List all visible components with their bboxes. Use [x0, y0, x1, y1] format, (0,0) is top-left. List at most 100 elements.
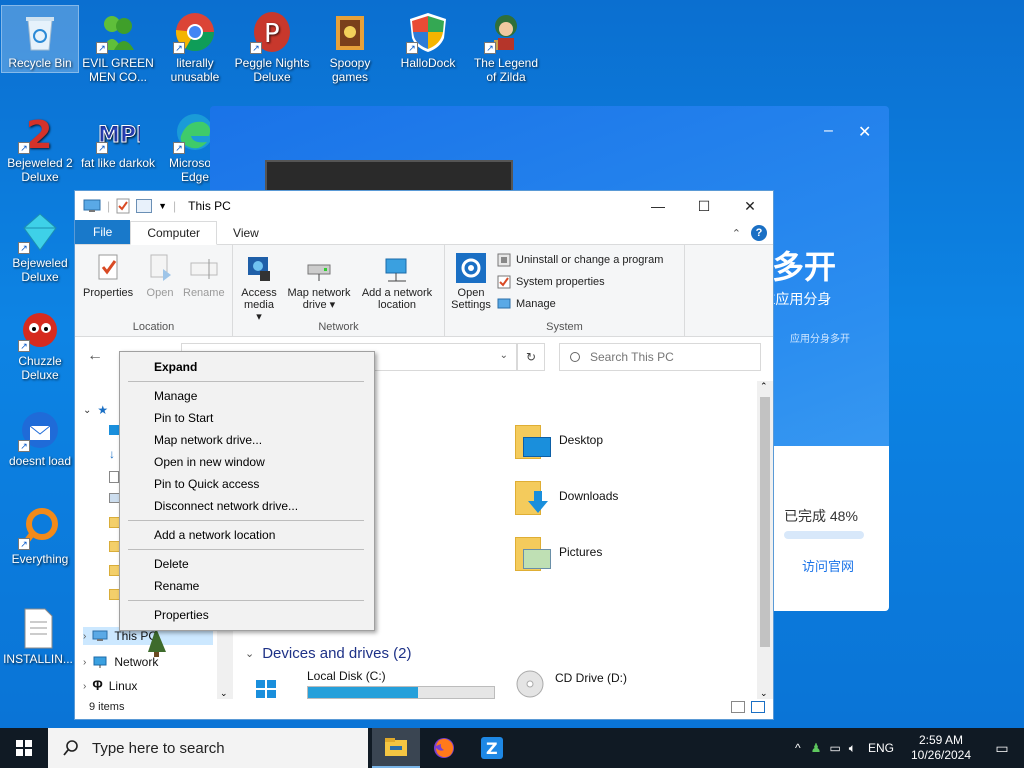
properties-checkmark-icon[interactable] — [116, 198, 130, 214]
menu-item-manage[interactable]: Manage — [120, 385, 374, 407]
desktop-icon-spoopy-games[interactable]: Spoopy games — [312, 6, 388, 84]
manage-button[interactable]: Manage — [497, 297, 556, 311]
tab-file[interactable]: File — [75, 220, 131, 244]
folder-desktop[interactable]: Desktop — [515, 421, 603, 459]
open-settings-button[interactable]: Open Settings — [449, 253, 493, 311]
peggle-icon: P ↗ — [250, 10, 294, 54]
back-arrow-icon[interactable]: ← — [87, 347, 103, 365]
menu-separator — [128, 549, 364, 550]
help-icon[interactable]: ? — [751, 225, 767, 241]
folder-downloads[interactable]: Downloads — [515, 477, 618, 515]
drive-c[interactable]: Local Disk (C:) — [255, 669, 495, 699]
desktop-icon-evil-green-men[interactable]: ↗ EVIL GREEN MEN CO... — [80, 6, 156, 84]
desktop-icon-bejeweled2[interactable]: 2 ↗ Bejeweled 2 Deluxe — [2, 106, 78, 184]
drive-d[interactable]: CD Drive (D:) — [515, 669, 627, 699]
media-icon — [244, 253, 274, 283]
menu-item-open-new-window[interactable]: Open in new window — [120, 451, 374, 473]
menu-item-disconnect-drive[interactable]: Disconnect network drive... — [120, 495, 374, 517]
clock[interactable]: 2:59 AM 10/26/2024 — [902, 733, 980, 763]
thunderbird-icon: ↗ — [18, 408, 62, 452]
desktop-icon-chuzzle[interactable]: ↗ Chuzzle Deluxe — [2, 304, 78, 382]
details-view-icon[interactable] — [731, 701, 745, 713]
nav-item-downloads[interactable]: ↓ — [109, 447, 115, 461]
menu-item-add-network-location[interactable]: Add a network location — [120, 524, 374, 546]
volume-icon[interactable]: 🔈︎ — [845, 741, 860, 756]
desktop-icon-hallodock[interactable]: ↗ HalloDock — [390, 6, 466, 70]
system-properties-button[interactable]: System properties — [497, 275, 605, 289]
desktop-icon-fat-like-darkok[interactable]: MPL ↗ fat like darkok — [80, 106, 156, 171]
show-hidden-icons[interactable]: ^ — [789, 741, 807, 755]
desktop-icon-zilda[interactable]: ↗ The Legend of Zilda — [468, 6, 544, 84]
nav-quick-access[interactable]: ⌄ ★ — [83, 403, 108, 417]
nav-linux[interactable]: › Ⴔ Linux — [83, 679, 137, 693]
cd-drive-icon — [516, 670, 544, 698]
desktop-icon-literally-unusable[interactable]: ↗ literally unusable — [157, 6, 233, 84]
large-icons-view-icon[interactable] — [751, 701, 765, 713]
chrome-icon: ↗ — [173, 10, 217, 54]
taskbar: Type here to search Z ^ ♟ ▭ 🔈︎ ENG 2:59 … — [0, 728, 1024, 768]
language-indicator[interactable]: ENG — [860, 741, 902, 755]
minimize-button[interactable]: — — [635, 191, 681, 221]
maximize-button[interactable]: ☐ — [681, 191, 727, 221]
menu-item-properties[interactable]: Properties — [120, 604, 374, 626]
desktop-icon-bejeweled[interactable]: ↗ Bejeweled Deluxe — [2, 206, 78, 284]
folder-pictures[interactable]: Pictures — [515, 533, 602, 571]
taskbar-file-explorer[interactable] — [372, 728, 420, 768]
ribbon-collapse-icon[interactable]: ⌃ — [732, 227, 741, 240]
nav-item-documents[interactable] — [109, 471, 119, 483]
ribbon-group-location: Properties Open Rename Location — [75, 245, 233, 337]
content-scrollbar[interactable]: ⌃ ⌄ — [757, 381, 773, 699]
close-button[interactable]: ✕ — [727, 191, 773, 221]
taskbar-app-z[interactable]: Z — [468, 728, 516, 768]
desktop-icon-peggle[interactable]: P ↗ Peggle Nights Deluxe — [234, 6, 310, 84]
bg-app-close-button[interactable]: ✕ — [858, 122, 871, 142]
map-network-drive-button[interactable]: Map network drive ▾ — [283, 253, 355, 311]
bg-app-website-link[interactable]: 访问官网 — [802, 556, 854, 575]
menu-item-map-network-drive[interactable]: Map network drive... — [120, 429, 374, 451]
search-input[interactable]: Search This PC — [559, 343, 761, 371]
downloads-folder-icon — [515, 477, 549, 515]
network-tray-icon[interactable]: ▭ — [825, 741, 844, 755]
taskbar-search-box[interactable]: Type here to search — [48, 728, 368, 768]
refresh-button[interactable]: ↻ — [517, 343, 545, 371]
devices-section-header[interactable]: ⌄ Devices and drives (2) — [245, 645, 411, 662]
address-dropdown-icon[interactable]: ⌄ — [500, 350, 508, 361]
open-button[interactable]: Open — [145, 253, 175, 299]
tab-view[interactable]: View — [217, 222, 275, 244]
menu-item-pin-to-start[interactable]: Pin to Start — [120, 407, 374, 429]
qa-dropdown-icon[interactable]: ▼ — [158, 201, 167, 211]
shield-icon: ↗ — [406, 10, 450, 54]
tab-computer[interactable]: Computer — [130, 221, 218, 245]
menu-item-expand[interactable]: Expand — [120, 356, 374, 378]
green-men-icon: ↗ — [96, 10, 140, 54]
rename-button[interactable]: Rename — [183, 253, 225, 299]
start-button[interactable] — [0, 728, 48, 768]
desktop-icon-everything[interactable]: ↗ Everything — [2, 502, 78, 566]
new-folder-icon[interactable] — [136, 199, 153, 213]
taskbar-firefox[interactable] — [420, 728, 468, 768]
scroll-thumb[interactable] — [760, 397, 770, 647]
open-icon — [145, 253, 175, 283]
access-media-button[interactable]: Access media ▾ — [241, 253, 277, 323]
expand-chevron-icon: › — [83, 680, 87, 692]
everything-search-icon: ↗ — [18, 506, 62, 550]
bg-app-minimize-button[interactable]: – — [824, 122, 833, 140]
desktop-icon-recycle-bin[interactable]: Recycle Bin — [1, 5, 79, 73]
notification-icon[interactable]: ▭ — [980, 740, 1024, 757]
properties-button[interactable]: Properties — [83, 253, 133, 299]
explorer-titlebar[interactable]: | ▼ | This PC — ☐ ✕ — [75, 191, 773, 221]
zilda-icon: ↗ — [484, 10, 528, 54]
desktop-icon-installing[interactable]: INSTALLIN... — [0, 602, 76, 666]
menu-item-delete[interactable]: Delete — [120, 553, 374, 575]
uninstall-program-button[interactable]: Uninstall or change a program — [497, 253, 663, 267]
menu-item-pin-quick-access[interactable]: Pin to Quick access — [120, 473, 374, 495]
desktop-icon-thunderbird[interactable]: ↗ doesnt load — [2, 404, 78, 468]
user-status-icon[interactable]: ♟ — [807, 741, 826, 755]
bg-app-progress-bar — [784, 531, 864, 539]
add-network-location-button[interactable]: Add a network location — [357, 253, 437, 311]
scroll-up-icon[interactable]: ⌃ — [760, 381, 768, 392]
menu-item-rename[interactable]: Rename — [120, 575, 374, 597]
window-title: This PC — [188, 199, 231, 213]
pictures-folder-icon — [515, 533, 551, 571]
star-icon: ★ — [97, 403, 109, 417]
